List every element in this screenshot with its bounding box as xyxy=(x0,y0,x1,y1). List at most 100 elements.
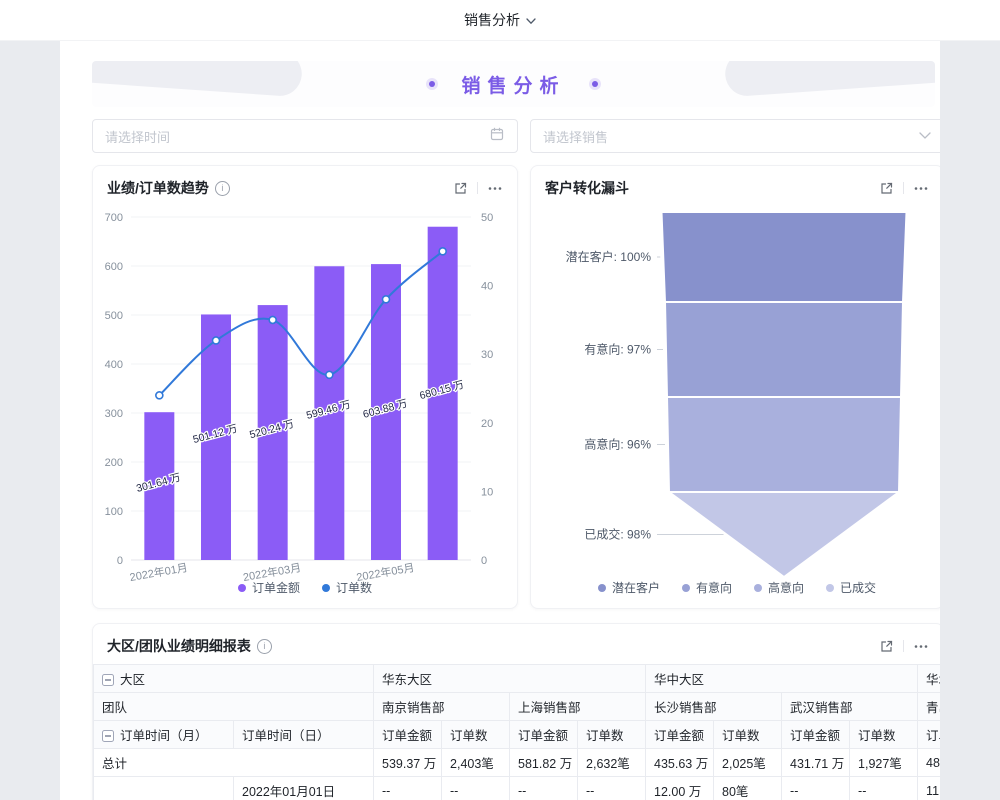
y-right-tick: 20 xyxy=(481,418,493,430)
y-left-tick: 400 xyxy=(105,359,123,371)
legend-label: 订单金额 xyxy=(252,579,300,596)
metric-header-cell: 订单金额 xyxy=(646,721,714,749)
data-cell: -- xyxy=(782,777,850,800)
trend-card: 业绩/订单数趋势 i 01002003004005006007000102030… xyxy=(92,165,518,609)
y-right-tick: 40 xyxy=(481,281,493,293)
day-header-cell: 订单时间（日） xyxy=(234,721,374,749)
y-left-tick: 300 xyxy=(105,408,123,420)
report-card-title: 大区/团队业绩明细报表 xyxy=(107,636,251,656)
legend-label: 有意向 xyxy=(696,579,732,596)
divider xyxy=(903,640,904,652)
more-icon[interactable] xyxy=(913,639,929,654)
region-header-cell: 华北大区 xyxy=(918,665,940,693)
y-right-tick: 10 xyxy=(481,486,493,498)
legend-item[interactable]: 已成交 xyxy=(826,579,876,596)
banner-title: 销售分析 xyxy=(461,71,565,98)
data-cell: 2,632笔 xyxy=(578,749,646,777)
topbar: 销售分析 xyxy=(0,0,1000,41)
funnel-segment[interactable] xyxy=(665,302,903,397)
legend-item[interactable]: 潜在客户 xyxy=(598,579,660,596)
data-cell: 80笔 xyxy=(714,777,782,800)
export-icon[interactable] xyxy=(879,181,894,196)
time-filter-input[interactable]: 请选择时间 xyxy=(92,119,518,153)
funnel-stage-label: 潜在客户: 100% xyxy=(566,249,652,264)
data-cell: 12.00 万 xyxy=(646,777,714,800)
team-header-cell: 青岛销售部 xyxy=(918,693,940,721)
data-cell: 435.63 万 xyxy=(646,749,714,777)
collapse-icon[interactable] xyxy=(102,730,114,742)
legend-item[interactable]: 高意向 xyxy=(754,579,804,596)
funnel-chart: 潜在客户: 100%有意向: 97%高意向: 96%已成交: 98% xyxy=(531,202,940,584)
page-switcher-label: 销售分析 xyxy=(464,10,520,30)
data-cell: 539.37 万 xyxy=(374,749,442,777)
report-card-header: 大区/团队业绩明细报表 i xyxy=(93,624,940,658)
chevron-down-icon xyxy=(526,12,536,28)
line-point[interactable] xyxy=(326,371,333,378)
page-switcher[interactable]: 销售分析 xyxy=(464,10,536,30)
line-point[interactable] xyxy=(156,392,163,399)
divider xyxy=(903,182,904,194)
day-cell: 2022年01月01日 xyxy=(234,777,374,800)
data-cell: 431.71 万 xyxy=(782,749,850,777)
month-cell xyxy=(94,777,234,800)
trend-legend: 订单金额 订单数 xyxy=(93,579,517,596)
metric-header-cell: 订单金额 xyxy=(782,721,850,749)
metric-header-cell: 订单数 xyxy=(714,721,782,749)
funnel-segment[interactable] xyxy=(667,397,901,492)
legend-dot xyxy=(754,584,762,592)
metric-header-cell: 订单金额 xyxy=(918,721,940,749)
sales-filter-placeholder: 请选择销售 xyxy=(543,127,608,146)
divider xyxy=(477,182,478,194)
data-cell: -- xyxy=(374,777,442,800)
info-icon[interactable]: i xyxy=(257,639,272,654)
sales-filter-select[interactable]: 请选择销售 xyxy=(530,119,940,153)
info-icon[interactable]: i xyxy=(215,181,230,196)
line-point[interactable] xyxy=(269,316,276,323)
legend-item[interactable]: 订单金额 xyxy=(238,579,300,596)
metric-header-cell: 订单数 xyxy=(578,721,646,749)
total-label-cell: 总计 xyxy=(94,749,374,777)
team-header-cell: 武汉销售部 xyxy=(782,693,918,721)
legend-item[interactable]: 订单数 xyxy=(322,579,372,596)
export-icon[interactable] xyxy=(879,639,894,654)
chevron-down-icon xyxy=(919,127,931,145)
legend-dot xyxy=(322,584,330,592)
calendar-icon xyxy=(489,126,505,147)
funnel-card: 客户转化漏斗 潜在客户: 100%有意向: 97%高意向: 96%已成交: 98… xyxy=(530,165,940,609)
banner-dot-right xyxy=(592,81,598,87)
collapse-icon[interactable] xyxy=(102,674,114,686)
legend-dot xyxy=(238,584,246,592)
line-point[interactable] xyxy=(439,248,446,255)
y-right-tick: 50 xyxy=(481,212,493,224)
report-card: 大区/团队业绩明细报表 i 大区华东大区华中大区华北大区团队南京销售部上海销售部… xyxy=(92,623,940,800)
funnel-segment[interactable] xyxy=(662,212,907,302)
data-cell: 2,403笔 xyxy=(442,749,510,777)
more-icon[interactable] xyxy=(913,181,929,196)
metric-header-cell: 订单金额 xyxy=(374,721,442,749)
month-header-cell: 订单时间（月） xyxy=(94,721,234,749)
data-cell: 1,927笔 xyxy=(850,749,918,777)
corner-team-cell: 团队 xyxy=(94,693,374,721)
y-right-tick: 0 xyxy=(481,555,487,567)
trend-combo-chart: 010020030040050060070001020304050301.64 … xyxy=(93,202,519,584)
legend-dot xyxy=(598,584,606,592)
funnel-stage-label: 已成交: 98% xyxy=(584,527,651,542)
region-header-cell: 华中大区 xyxy=(646,665,918,693)
funnel-card-header: 客户转化漏斗 xyxy=(531,166,940,200)
pivot-table: 大区华东大区华中大区华北大区团队南京销售部上海销售部长沙销售部武汉销售部青岛销售… xyxy=(93,664,940,800)
y-left-tick: 700 xyxy=(105,212,123,224)
export-icon[interactable] xyxy=(453,181,468,196)
funnel-card-title: 客户转化漏斗 xyxy=(545,178,629,198)
line-point[interactable] xyxy=(213,337,220,344)
legend-label: 高意向 xyxy=(768,579,804,596)
line-point[interactable] xyxy=(383,296,390,303)
legend-dot xyxy=(826,584,834,592)
legend-label: 已成交 xyxy=(840,579,876,596)
y-left-tick: 0 xyxy=(117,555,123,567)
region-header-cell: 华东大区 xyxy=(374,665,646,693)
more-icon[interactable] xyxy=(487,181,503,196)
banner-title-row: 销售分析 xyxy=(92,61,935,107)
legend-item[interactable]: 有意向 xyxy=(682,579,732,596)
y-left-tick: 500 xyxy=(105,310,123,322)
time-filter-placeholder: 请选择时间 xyxy=(105,127,170,146)
